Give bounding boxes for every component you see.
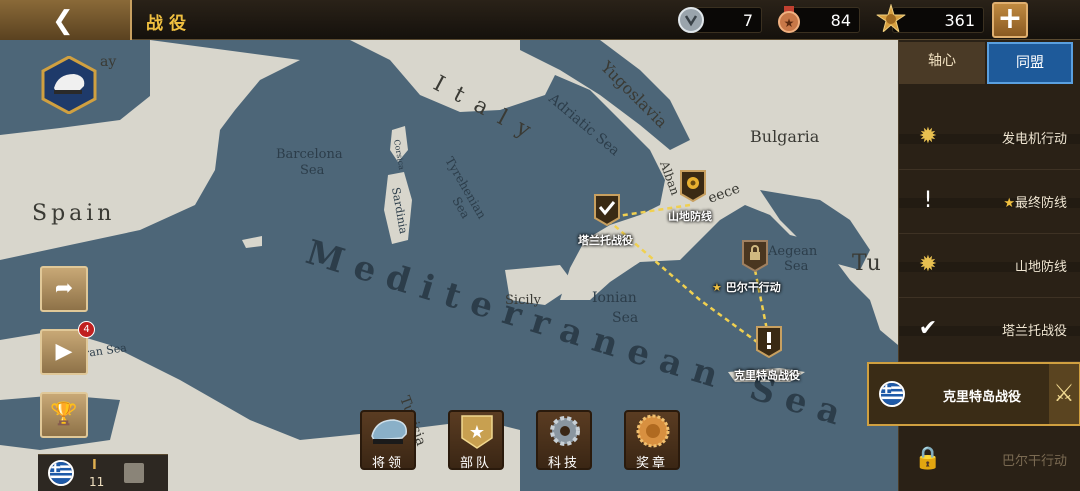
star-icon: ★ (712, 281, 722, 294)
mission-label: 山地防线 (1014, 260, 1067, 275)
mission-item-taranto[interactable]: ✔ 塔兰托战役 (899, 298, 1080, 362)
marker-label-crete: 克里特岛战役 (734, 369, 800, 382)
trophy-icon: 🏆 (50, 402, 78, 427)
share-icon: ➦ (54, 276, 74, 301)
mission-list-panel: 轴心 同盟 ✹ 发电机行动 ! ★最终防线 ✹ 山地防线 ✔ 塔兰托战役 克里特… (867, 40, 1080, 491)
star-icon: ★ (1003, 196, 1015, 211)
army-button[interactable]: ★ 部队 (448, 410, 504, 471)
marker-taranto[interactable] (594, 194, 620, 227)
marker-mountain-line[interactable] (680, 170, 706, 203)
mission-item-dynamo[interactable]: ✹ 发电机行动 (899, 106, 1080, 170)
check-icon: ✔ (918, 316, 938, 341)
lock-icon: 🔒 (914, 446, 942, 471)
mission-label: ★最终防线 (1003, 192, 1067, 211)
map-label-spain: Spain (32, 201, 115, 226)
mission-item-final-line[interactable]: ! ★最终防线 (899, 170, 1080, 234)
mission-label: 克里特岛战役 (942, 390, 1021, 405)
tab-axis[interactable]: 轴心 (899, 42, 985, 84)
bronze-medal-icon: ★ (778, 6, 800, 33)
gold-badge-value: 361 (944, 11, 975, 30)
map-label-aegean: Aegean (767, 244, 818, 259)
page-title: 战役 (146, 14, 192, 34)
general-cap-icon (371, 419, 407, 444)
marker-label-balkans: ★ 巴尔干行动 (712, 279, 781, 295)
top-bar: ❮ 战役 7 84 ★ 361 + (0, 0, 1080, 40)
mission-label: 发电机行动 (1001, 132, 1067, 147)
tech-gear-icon (550, 416, 580, 446)
save-slot-panel[interactable]: I 11 (38, 454, 168, 491)
general-avatar-badge[interactable] (40, 56, 98, 114)
back-button[interactable]: ❮ (0, 0, 132, 40)
silver-medal-icon (678, 7, 704, 33)
tech-button[interactable]: 科技 (536, 410, 592, 471)
marker-balkans[interactable] (742, 240, 768, 273)
crossed-swords-icon[interactable]: ⚔ (1049, 364, 1079, 424)
add-resources-button[interactable]: + (992, 2, 1028, 38)
tab-allies[interactable]: 同盟 (987, 42, 1073, 84)
save-rank: I (92, 458, 97, 473)
marker-label-balkans-text: 巴尔干行动 (725, 281, 781, 294)
generals-button[interactable]: 将领 (360, 410, 416, 471)
mission-label: 塔兰托战役 (1001, 324, 1067, 339)
share-button[interactable]: ➦ (40, 266, 88, 312)
map-label-barcelona-sea: Barcelona (276, 147, 343, 162)
marker-crete[interactable] (756, 326, 782, 359)
map-label-bulgaria: Bulgaria (750, 127, 820, 146)
map-label-ionian-sea: Sea (612, 310, 638, 326)
svg-text:★: ★ (469, 422, 485, 443)
tech-label: 科技 (547, 456, 580, 471)
greece-flag-icon (879, 381, 905, 407)
chevron-left-icon: ❮ (52, 6, 74, 36)
medal-icon (636, 414, 670, 448)
medals-button[interactable]: 奖章 (624, 410, 680, 471)
medal-icon: ✹ (918, 124, 938, 149)
medals-label: 奖章 (635, 456, 668, 471)
map-label-tu: Tu (852, 251, 881, 276)
marker-label-mountain-line: 山地防线 (668, 210, 712, 223)
mission-item-crete[interactable]: 克里特岛战役 ⚔ (867, 362, 1080, 426)
svg-text:★: ★ (784, 16, 795, 30)
medal-icon: ✹ (918, 252, 938, 277)
save-number: 11 (89, 475, 105, 489)
achievements-button[interactable]: 🏆 (40, 392, 88, 438)
generals-label: 将领 (371, 456, 404, 471)
greece-flag-icon (48, 460, 74, 486)
army-star-icon: ★ (461, 415, 493, 449)
film-icon: ▶ (55, 339, 73, 364)
map-label-aegean-sea: Sea (784, 259, 809, 274)
map-label-ay: ay (100, 54, 116, 70)
mission-label-text: 最终防线 (1014, 196, 1067, 211)
bronze-medal-value: 84 (830, 11, 851, 30)
mission-item-balkans[interactable]: 🔒 巴尔干行动 (899, 428, 1080, 491)
marker-label-taranto: 塔兰托战役 (578, 234, 633, 247)
alert-icon: ! (923, 188, 933, 213)
gold-badge-icon (876, 4, 906, 34)
map-label-barcelona-sea2: Sea (300, 163, 325, 178)
save-icon[interactable] (124, 463, 144, 483)
silver-medal-value: 7 (742, 11, 753, 30)
mission-label: 巴尔干行动 (1001, 454, 1067, 469)
notification-badge: 4 (78, 321, 95, 338)
army-label: 部队 (459, 456, 492, 471)
map-label-ionian: Ionian (592, 290, 637, 306)
mission-item-mountain-line[interactable]: ✹ 山地防线 (899, 234, 1080, 298)
